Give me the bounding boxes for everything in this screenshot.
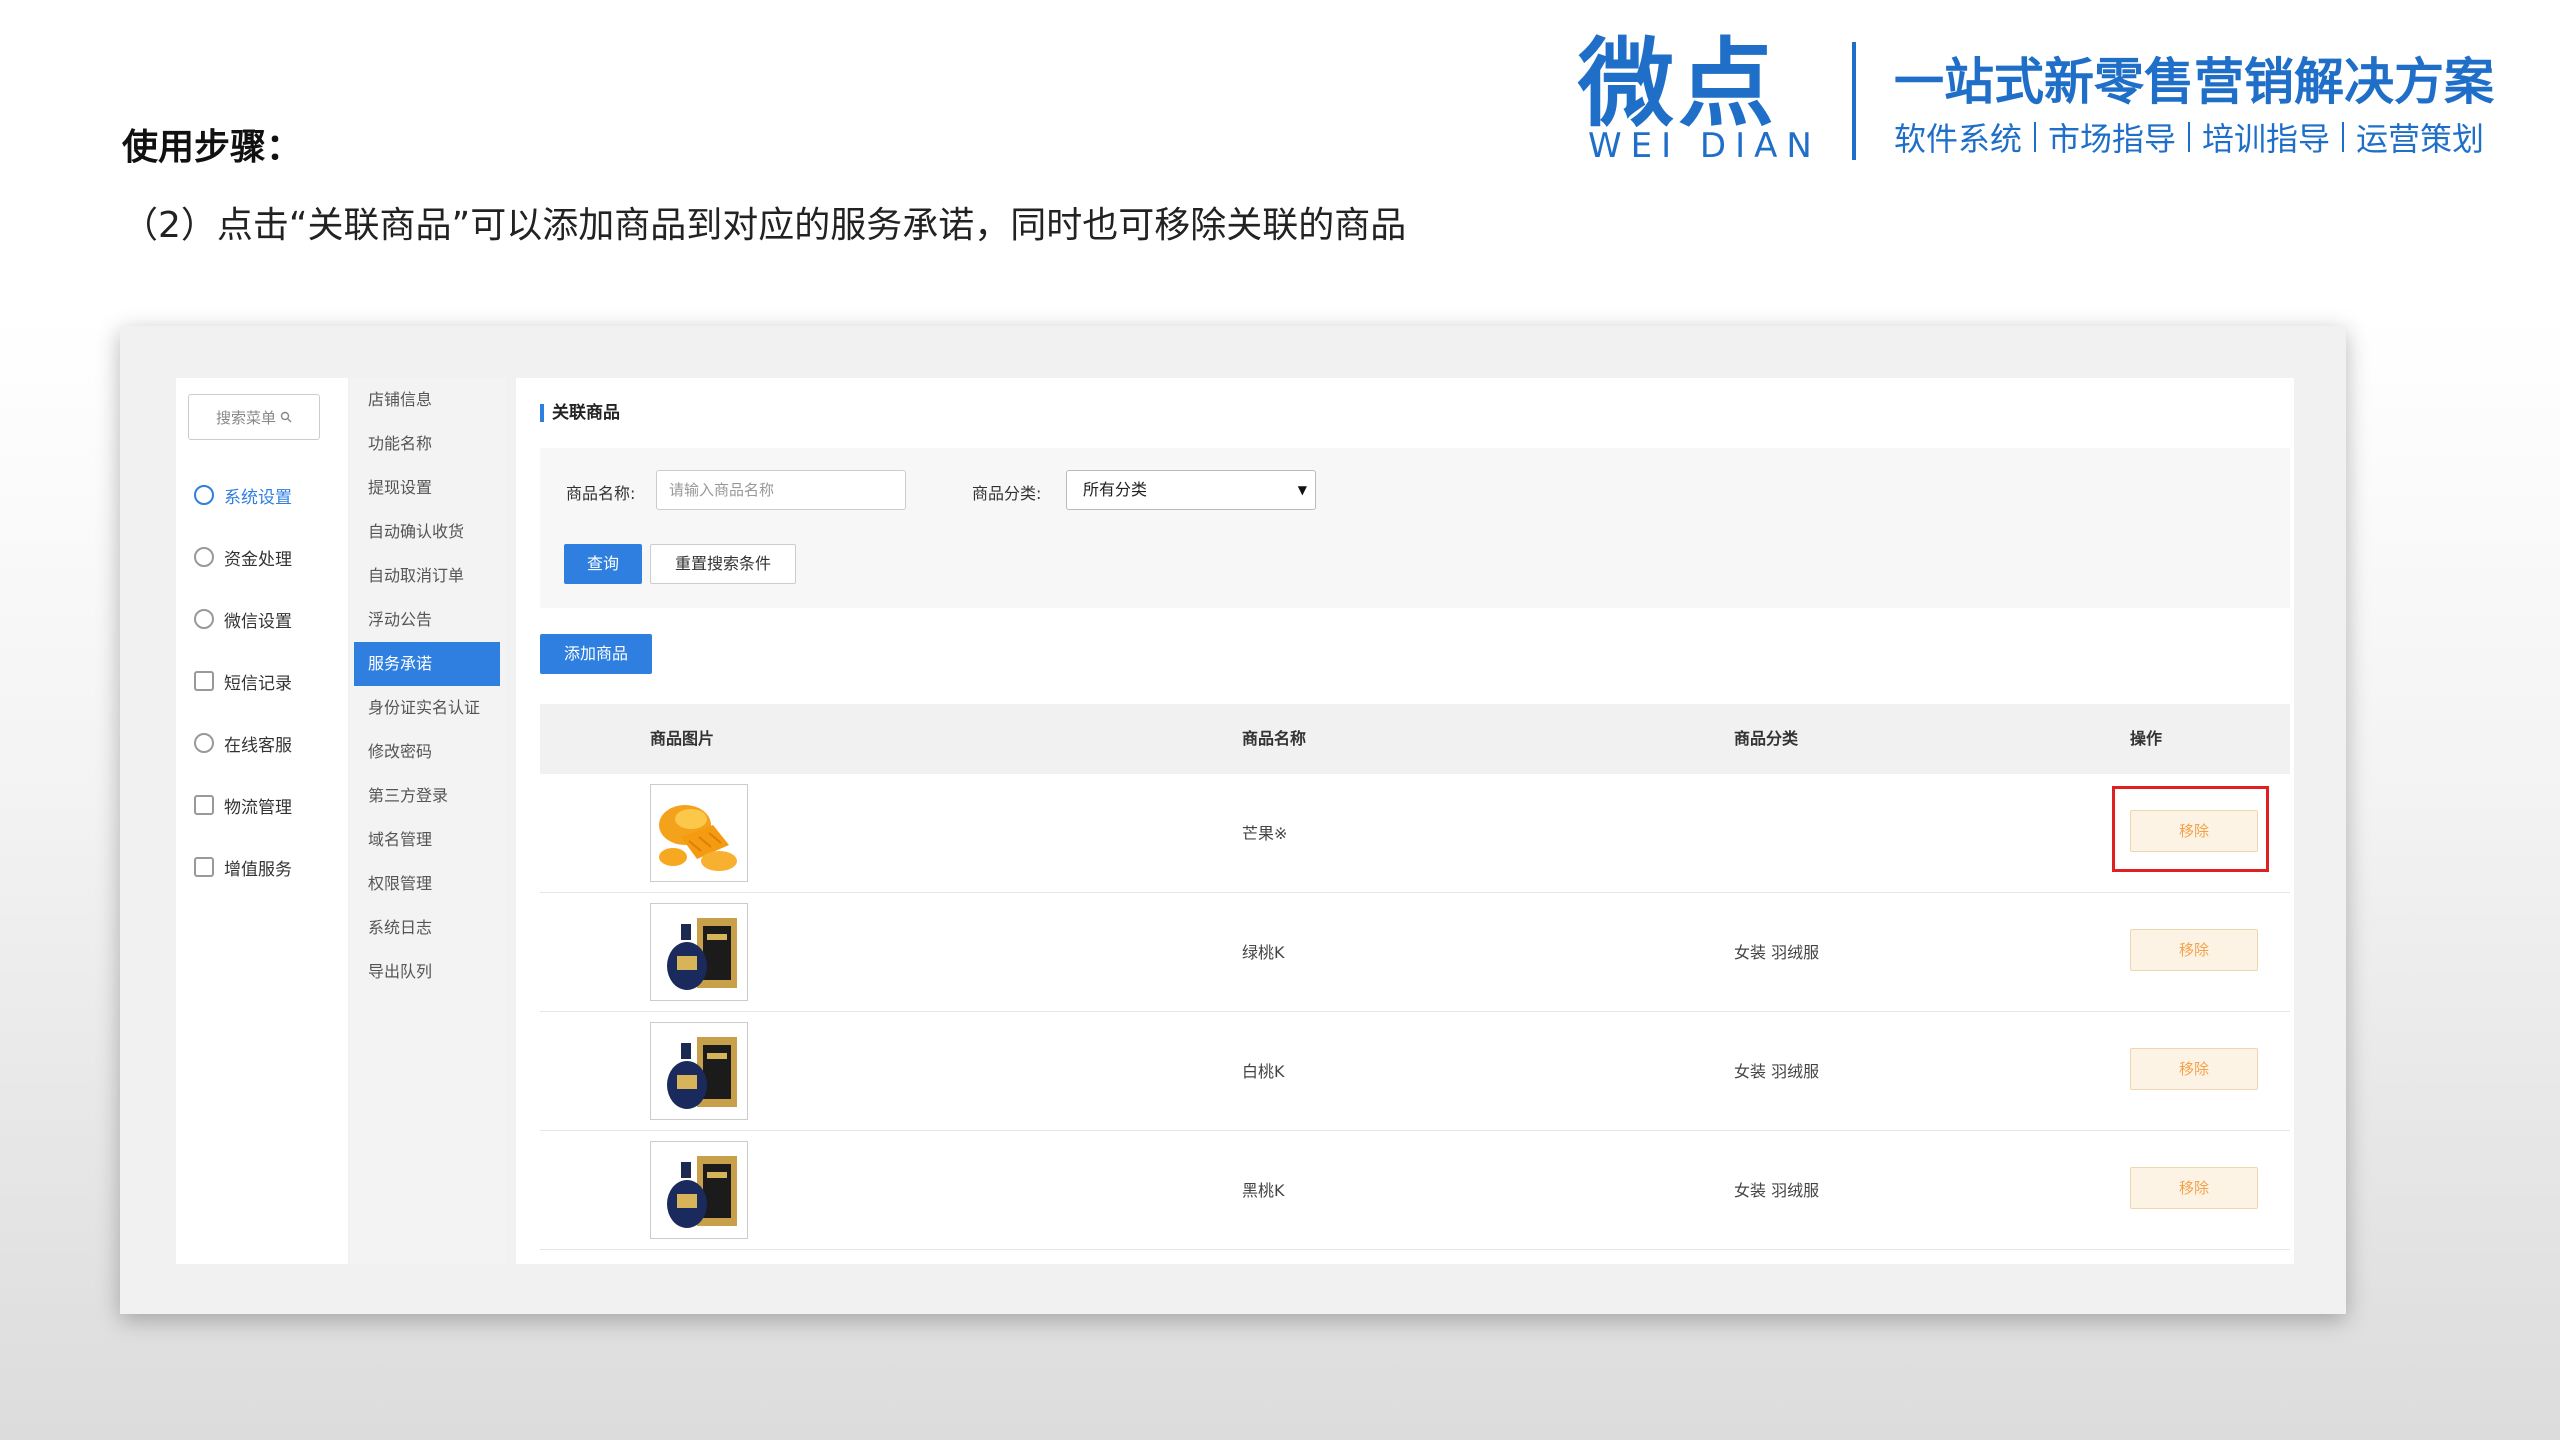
- query-button[interactable]: 查询: [564, 544, 642, 584]
- category-select[interactable]: 所有分类 ▼: [1066, 470, 1316, 510]
- category-select-value: 所有分类: [1083, 480, 1148, 499]
- product-image-bottle: [650, 1022, 748, 1120]
- admin-app: 搜索菜单 系统设置 资金处理 微信设置 短信记录 在线客服 物流管理 增值服务 …: [176, 378, 2294, 1264]
- submenu-item[interactable]: 店铺信息: [350, 378, 506, 422]
- submenu-item[interactable]: 第三方登录: [350, 774, 506, 818]
- sidebar-item-label: 微信设置: [224, 611, 292, 632]
- column-header-image: 商品图片: [650, 729, 715, 748]
- reset-search-button[interactable]: 重置搜索条件: [650, 544, 796, 584]
- caret-down-icon: ▼: [1297, 483, 1307, 497]
- product-name: 黑桃K: [1242, 1181, 1285, 1200]
- menu-search-placeholder: 搜索菜单: [215, 408, 276, 427]
- product-category: 女装 羽绒服: [1734, 1062, 1820, 1081]
- submenu-item[interactable]: 浮动公告: [350, 598, 506, 642]
- product-image-bottle: [650, 903, 748, 1001]
- screenshot-frame: 搜索菜单 系统设置 资金处理 微信设置 短信记录 在线客服 物流管理 增值服务 …: [120, 326, 2346, 1314]
- column-header-category: 商品分类: [1734, 729, 1799, 748]
- remove-button[interactable]: 移除: [2130, 929, 2258, 971]
- wechat-icon: [194, 609, 214, 629]
- product-name-label: 商品名称:: [566, 484, 636, 503]
- brand-item: 市场指导: [2048, 120, 2177, 158]
- brand-separator: [2188, 122, 2191, 152]
- brand-slogan: 一站式新零售营销解决方案: [1894, 53, 2494, 111]
- step-description: （2）点击“关联商品”可以添加商品到对应的服务承诺，同时也可移除关联的商品: [122, 205, 1407, 246]
- product-name: 绿桃K: [1242, 943, 1285, 962]
- brand-logo: 微点: [1578, 28, 1778, 140]
- step-title: 使用步骤：: [122, 127, 303, 168]
- sidebar-item-label: 物流管理: [224, 797, 292, 818]
- brand-separator: [2342, 122, 2345, 152]
- search-icon: [280, 411, 292, 423]
- headset-icon: [194, 733, 214, 753]
- sidebar-item-wechat[interactable]: 微信设置: [176, 588, 348, 650]
- money-icon: [194, 547, 214, 567]
- product-name: 白桃K: [1242, 1062, 1285, 1081]
- submenu-item[interactable]: 修改密码: [350, 730, 506, 774]
- brand-items: 软件系统 市场指导 培训指导 运营策划: [1894, 114, 2484, 160]
- sub-sidebar: 店铺信息 功能名称 提现设置 自动确认收货 自动取消订单 浮动公告 服务承诺 身…: [350, 378, 506, 1264]
- brand-item: 软件系统: [1894, 120, 2023, 158]
- column-header-action: 操作: [2130, 729, 2163, 748]
- remove-button[interactable]: 移除: [2130, 1167, 2258, 1209]
- sidebar-item-label: 短信记录: [224, 673, 292, 694]
- submenu-item[interactable]: 系统日志: [350, 906, 506, 950]
- brand-item: 运营策划: [2356, 120, 2485, 158]
- product-category: 女装 羽绒服: [1734, 943, 1820, 962]
- product-image-mango: [650, 784, 748, 882]
- main-sidebar: 搜索菜单 系统设置 资金处理 微信设置 短信记录 在线客服 物流管理 增值服务: [176, 378, 348, 1264]
- submenu-item[interactable]: 导出队列: [350, 950, 506, 994]
- products-table: 商品图片 商品名称 商品分类 操作 芒果※ 移除 绿桃K 女装 羽绒服 移除 白…: [540, 704, 2290, 1250]
- table-row: 绿桃K 女装 羽绒服 移除: [540, 893, 2290, 1012]
- search-panel: 商品名称: 请输入商品名称 商品分类: 所有分类 ▼ 查询 重置搜索条件: [540, 448, 2290, 608]
- submenu-item[interactable]: 自动取消订单: [350, 554, 506, 598]
- submenu-item-active[interactable]: 服务承诺: [354, 642, 500, 686]
- gear-icon: [194, 485, 214, 505]
- submenu-item[interactable]: 权限管理: [350, 862, 506, 906]
- sidebar-item-label: 在线客服: [224, 735, 292, 756]
- sidebar-item-label: 资金处理: [224, 549, 292, 570]
- submenu-item[interactable]: 提现设置: [350, 466, 506, 510]
- highlight-box: [2112, 786, 2269, 872]
- product-category: 女装 羽绒服: [1734, 1181, 1820, 1200]
- table-row: 白桃K 女装 羽绒服 移除: [540, 1012, 2290, 1131]
- submenu-item[interactable]: 自动确认收货: [350, 510, 506, 554]
- chart-icon: [194, 857, 214, 877]
- product-name: 芒果※: [1242, 824, 1288, 843]
- table-row: 黑桃K 女装 羽绒服 移除: [540, 1131, 2290, 1250]
- remove-button[interactable]: 移除: [2130, 1048, 2258, 1090]
- content-area: 关联商品 商品名称: 请输入商品名称 商品分类: 所有分类 ▼ 查询 重置搜索条…: [516, 378, 2294, 1264]
- brand-logo-subtitle: WEI DIAN: [1588, 126, 1821, 166]
- brand-separator: [2034, 122, 2037, 152]
- sidebar-item-value-added[interactable]: 增值服务: [176, 836, 348, 898]
- menu-search-input[interactable]: 搜索菜单: [188, 394, 320, 440]
- table-row: 芒果※ 移除: [540, 774, 2290, 893]
- brand-divider: [1852, 42, 1856, 160]
- sidebar-item-online-service[interactable]: 在线客服: [176, 712, 348, 774]
- submenu-item[interactable]: 域名管理: [350, 818, 506, 862]
- page-title: 关联商品: [540, 404, 620, 422]
- category-label: 商品分类:: [972, 484, 1042, 503]
- truck-icon: [194, 795, 214, 815]
- sidebar-item-sms[interactable]: 短信记录: [176, 650, 348, 712]
- sidebar-item-system-settings[interactable]: 系统设置: [176, 464, 348, 526]
- brand-item: 培训指导: [2202, 120, 2331, 158]
- brand-header: 微点 WEI DIAN 一站式新零售营销解决方案 软件系统 市场指导 培训指导 …: [1578, 28, 2498, 166]
- product-image-bottle: [650, 1141, 748, 1239]
- sidebar-item-logistics[interactable]: 物流管理: [176, 774, 348, 836]
- mail-icon: [194, 671, 214, 691]
- sidebar-item-label: 增值服务: [224, 859, 292, 880]
- submenu-item[interactable]: 功能名称: [350, 422, 506, 466]
- sidebar-item-funds[interactable]: 资金处理: [176, 526, 348, 588]
- submenu-item[interactable]: 身份证实名认证: [350, 686, 506, 730]
- column-header-name: 商品名称: [1242, 729, 1307, 748]
- add-product-button[interactable]: 添加商品: [540, 634, 652, 674]
- table-header: 商品图片 商品名称 商品分类 操作: [540, 704, 2290, 774]
- sidebar-item-label: 系统设置: [224, 487, 292, 508]
- product-name-input[interactable]: 请输入商品名称: [656, 470, 906, 510]
